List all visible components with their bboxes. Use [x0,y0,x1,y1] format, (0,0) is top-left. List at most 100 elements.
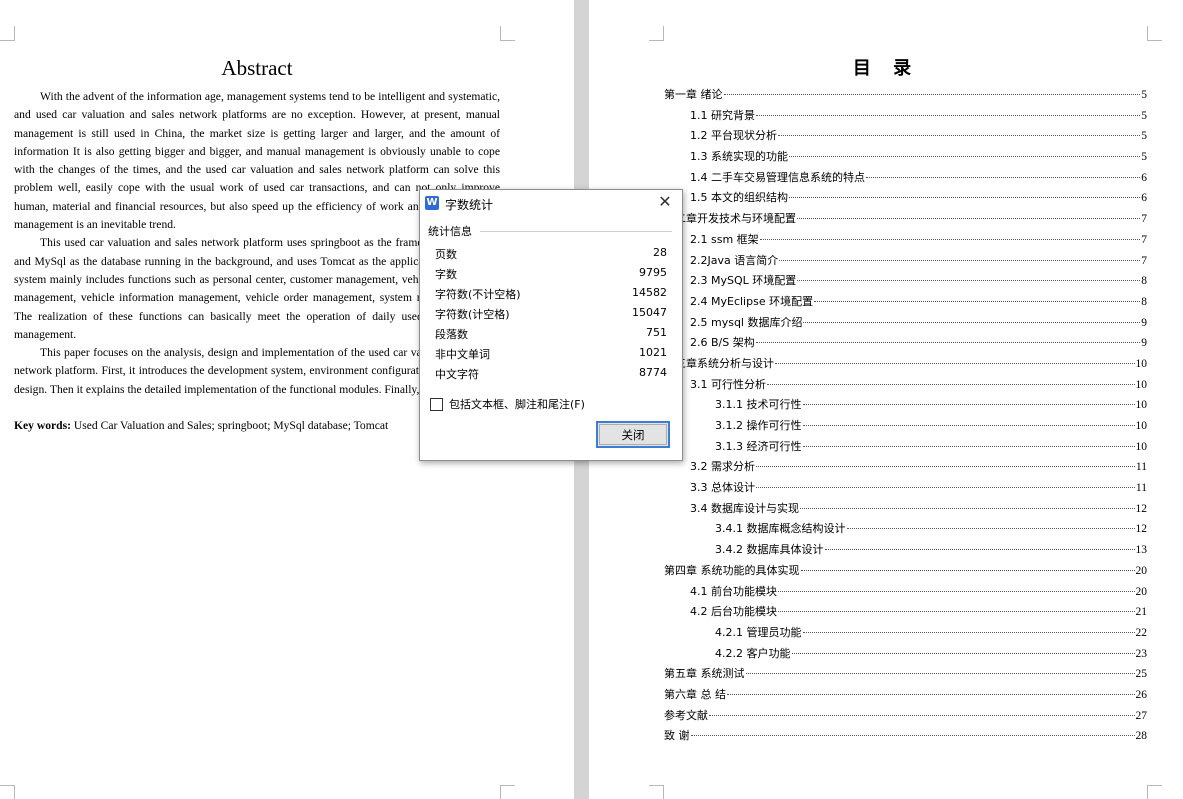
toc-leader-dots [846,528,1135,530]
close-icon[interactable]: ✕ [656,193,674,211]
toc-entry[interactable]: 第一章 绪论 5 [664,86,1147,107]
toc-entry[interactable]: 致 谢 28 [664,727,1147,748]
toc-entry[interactable]: 1.3 系统实现的功能 5 [664,148,1147,169]
toc-entry-page: 5 [1141,130,1147,143]
crop-mark [1147,26,1162,41]
toc-entry-page: 7 [1141,254,1147,267]
toc-entry[interactable]: 1.5 本文的组织结构 6 [664,189,1147,210]
toc-entry[interactable]: 2.1 ssm 框架 7 [664,231,1147,252]
toc-entry-label: 1.3 系统实现的功能 [690,150,788,164]
stat-value: 751 [646,326,667,339]
toc-entry[interactable]: 4.2.2 客户功能 23 [664,645,1147,666]
toc-entry[interactable]: 4.2 后台功能模块 21 [664,603,1147,624]
toc-entry[interactable]: 2.2Java 语言简介 7 [664,252,1147,273]
toc-entry-label: 第四章 系统功能的具体实现 [664,563,800,577]
toc-entry-label: 4.2.1 管理员功能 [715,625,802,639]
stat-label: 字符数(计空格) [435,308,510,321]
stat-row: 中文字符 8774 [435,364,667,384]
stat-value: 28 [653,246,667,259]
toc-entry-page: 27 [1135,709,1148,722]
toc-entry-page: 5 [1141,89,1147,101]
toc-entry-label: 2.4 MyEclipse 环境配置 [690,294,814,308]
toc-entry[interactable]: 3.4.2 数据库具体设计 13 [664,541,1147,562]
toc-entry[interactable]: 第三章系统分析与设计 10 [664,355,1147,376]
stat-row: 字符数(计空格) 15047 [435,304,667,324]
abstract-title: Abstract [221,56,293,80]
toc-entry[interactable]: 2.5 mysql 数据库介绍 9 [664,314,1147,335]
toc-entry[interactable]: 第五章 系统测试 25 [664,665,1147,686]
toc-leader-dots [791,652,1135,654]
toc-entry[interactable]: 第二章开发技术与环境配置 7 [664,210,1147,231]
stat-label: 段落数 [435,328,468,341]
toc-entry[interactable]: 3.4.1 数据库概念结构设计 12 [664,520,1147,541]
toc-entry[interactable]: 1.2 平台现状分析 5 [664,127,1147,148]
toc-entry[interactable]: 第四章 系统功能的具体实现 20 [664,562,1147,583]
toc-entry-label: 第六章 总 结 [664,687,726,701]
toc-entry[interactable]: 3.1 可行性分析 10 [664,376,1147,397]
toc-entry-label: 3.1.3 经济可行性 [715,439,802,453]
toc-entry-label: 3.1.1 技术可行性 [715,398,802,412]
toc-leader-dots [767,383,1135,385]
toc-entry[interactable]: 3.1.2 操作可行性 10 [664,417,1147,438]
toc-leader-dots [778,135,1141,137]
toc-leader-dots [866,176,1141,178]
toc-entry-page: 6 [1141,171,1147,184]
toc-leader-dots [802,631,1135,633]
word-count-dialog[interactable]: W 字数统计 ✕ 统计信息 页数 28 字数 9795 字符数(不计空格) 14582 字符… [419,189,683,461]
group-divider [480,231,672,232]
toc-entry-label: 2.2Java 语言简介 [690,253,779,267]
toc-leader-dots [755,342,1141,344]
toc-entry[interactable]: 2.6 B/S 架构 9 [664,334,1147,355]
toc-entry[interactable]: 3.1.3 经济可行性 10 [664,438,1147,459]
checkbox-label[interactable]: 包括文本框、脚注和尾注(F) [449,396,585,412]
crop-mark [500,26,515,41]
keywords-text: Used Car Valuation and Sales; springboot… [71,419,389,433]
toc-entry-label: 3.4.1 数据库概念结构设计 [715,522,846,536]
include-textbox-footnotes-checkbox[interactable]: 包括文本框、脚注和尾注(F) [430,396,585,412]
toc-entry[interactable]: 参考文献 27 [664,707,1147,728]
toc-entry-page: 23 [1135,647,1148,660]
toc-entry[interactable]: 2.4 MyEclipse 环境配置 8 [664,293,1147,314]
table-of-contents[interactable]: 第一章 绪论 5 1.1 研究背景 5 1.2 平台现状分析 5 1.3 系统实现的功能 5 1… [664,86,1147,748]
toc-leader-dots [709,714,1135,716]
toc-leader-dots [759,238,1141,240]
toc-entry-label: 3.4 数据库设计与实现 [690,501,799,515]
keywords-label: Key words: [14,419,71,433]
toc-entry[interactable]: 4.1 前台功能模块 20 [664,583,1147,604]
checkbox-box[interactable] [430,397,443,411]
toc-entry-label: 4.1 前台功能模块 [690,584,777,598]
toc-entry[interactable]: 1.4 二手车交易管理信息系统的特点 6 [664,169,1147,190]
toc-entry[interactable]: 3.1.1 技术可行性 10 [664,396,1147,417]
toc-leader-dots [800,569,1135,571]
toc-leader-dots [778,590,1135,592]
toc-entry-page: 21 [1135,606,1148,619]
toc-entry[interactable]: 3.4 数据库设计与实现 12 [664,500,1147,521]
toc-entry-page: 20 [1135,564,1148,577]
close-button[interactable]: 关闭 [596,421,670,448]
toc-leader-dots [775,362,1135,364]
toc-entry-label: 2.5 mysql 数据库介绍 [690,315,803,329]
toc-leader-dots [802,425,1135,426]
toc-entry[interactable]: 1.1 研究背景 5 [664,107,1147,128]
toc-entry-page: 8 [1141,275,1147,288]
toc-leader-dots [789,156,1141,158]
stat-value: 14582 [632,286,667,299]
toc-leader-dots [756,466,1135,468]
toc-leader-dots [797,218,1141,220]
toc-leader-dots [824,549,1135,551]
toc-entry[interactable]: 4.2.1 管理员功能 22 [664,624,1147,645]
toc-entry[interactable]: 3.3 总体设计 11 [664,479,1147,500]
crop-mark [0,785,15,799]
stat-label: 字符数(不计空格) [435,288,521,301]
toc-entry[interactable]: 3.2 需求分析 11 [664,458,1147,479]
stat-label: 字数 [435,268,457,281]
dialog-title: 字数统计 [445,198,494,212]
toc-leader-dots [803,321,1141,323]
dialog-title-bar[interactable]: W 字数统计 ✕ [420,190,682,216]
toc-entry[interactable]: 2.3 MySQL 环境配置 8 [664,272,1147,293]
toc-entry[interactable]: 第六章 总 结 26 [664,686,1147,707]
toc-leader-dots [814,300,1141,302]
toc-entry-page: 12 [1135,523,1148,536]
toc-entry-page: 20 [1135,585,1148,598]
stat-value: 15047 [632,306,667,319]
